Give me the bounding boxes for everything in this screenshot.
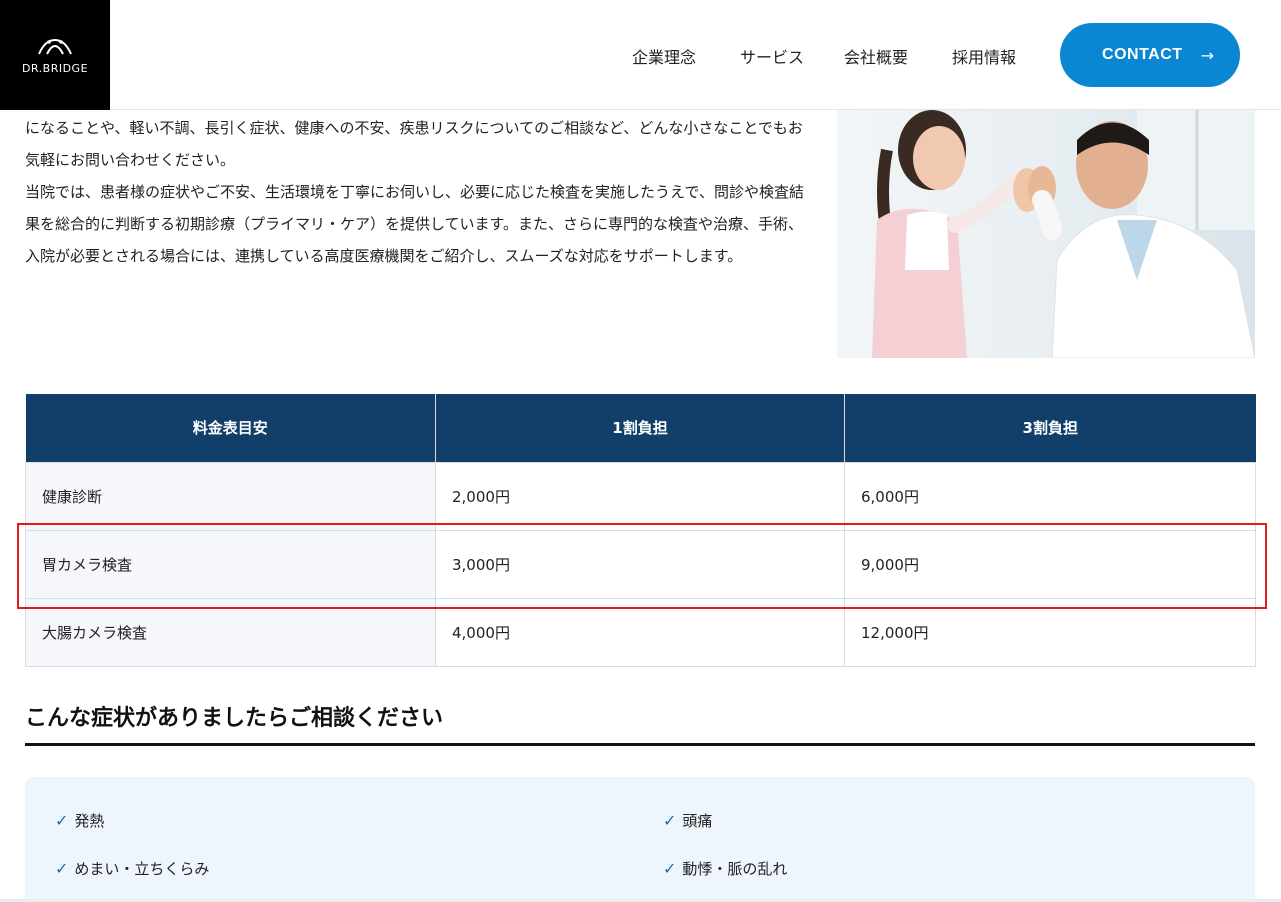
doctor-child-photo <box>837 110 1255 358</box>
table-cell: 4,000円 <box>435 597 845 667</box>
contact-label: CONTACT <box>1102 46 1183 63</box>
table-header-row: 料金表目安 1割負担 3割負担 <box>25 394 1256 462</box>
table-cell: 6,000円 <box>844 461 1256 531</box>
symptom-label: 動悸・脈の乱れ <box>682 860 788 878</box>
contact-button[interactable]: CONTACT → <box>1060 23 1240 87</box>
logo-text: DR.BRIDGE <box>21 61 89 75</box>
check-icon: ✓ <box>55 811 69 830</box>
table-cell: 胃カメラ検査 <box>25 529 436 599</box>
symptom-label: めまい・立ちくらみ <box>74 860 210 878</box>
table-header: 1割負担 <box>435 394 845 462</box>
list-item: ✓ 発熱 <box>55 810 104 831</box>
table-row: 健康診断 2,000円 6,000円 <box>25 461 1256 531</box>
table-header: 3割負担 <box>844 394 1256 462</box>
nav-item-philosophy[interactable]: 企業理念 <box>632 44 696 68</box>
symptom-list: ✓ 発熱 ✓ 頭痛 ✓ めまい・立ちくらみ ✓ 動悸・脈の乱れ <box>25 777 1255 902</box>
table-row: 胃カメラ検査 3,000円 9,000円 <box>25 529 1256 599</box>
logo[interactable]: DR.BRIDGE <box>0 0 110 110</box>
check-icon: ✓ <box>663 811 677 830</box>
table-header: 料金表目安 <box>25 394 436 462</box>
table-row: 大腸カメラ検査 4,000円 12,000円 <box>25 597 1256 667</box>
site-header: DR.BRIDGE 企業理念 サービス 会社概要 採用情報 CONTACT → <box>0 0 1281 110</box>
check-icon: ✓ <box>663 859 677 878</box>
divider <box>25 743 1255 746</box>
intro-paragraph: 当院では、患者様の症状やご不安、生活環境を丁寧にお伺いし、必要に応じた検査を実施… <box>25 183 804 265</box>
table-cell: 12,000円 <box>844 597 1256 667</box>
table-cell: 大腸カメラ検査 <box>25 597 436 667</box>
intro-paragraph: になることや、軽い不調、長引く症状、健康への不安、疾患リスクについてのご相談など… <box>25 119 803 169</box>
section-title: こんな症状がありましたらご相談ください <box>25 706 444 731</box>
nav-item-service[interactable]: サービス <box>740 44 804 68</box>
nav-item-recruit[interactable]: 採用情報 <box>952 44 1016 68</box>
list-item: ✓ めまい・立ちくらみ <box>55 858 209 879</box>
check-icon: ✓ <box>55 859 69 878</box>
table-cell: 3,000円 <box>435 529 845 599</box>
symptom-label: 発熱 <box>74 812 105 830</box>
table-cell: 健康診断 <box>25 461 436 531</box>
list-item: ✓ 動悸・脈の乱れ <box>663 858 787 879</box>
price-table: 料金表目安 1割負担 3割負担 健康診断 2,000円 6,000円 胃カメラ検… <box>25 394 1256 667</box>
list-item: ✓ 頭痛 <box>663 810 712 831</box>
table-cell: 9,000円 <box>844 529 1256 599</box>
intro-text: になることや、軽い不調、長引く症状、健康への不安、疾患リスクについてのご相談など… <box>25 112 815 272</box>
symptom-label: 頭痛 <box>682 812 713 830</box>
nav-item-company[interactable]: 会社概要 <box>844 44 908 68</box>
table-cell: 2,000円 <box>435 461 845 531</box>
arrow-right-icon: → <box>1200 45 1214 65</box>
bridge-arch-icon <box>38 38 72 54</box>
